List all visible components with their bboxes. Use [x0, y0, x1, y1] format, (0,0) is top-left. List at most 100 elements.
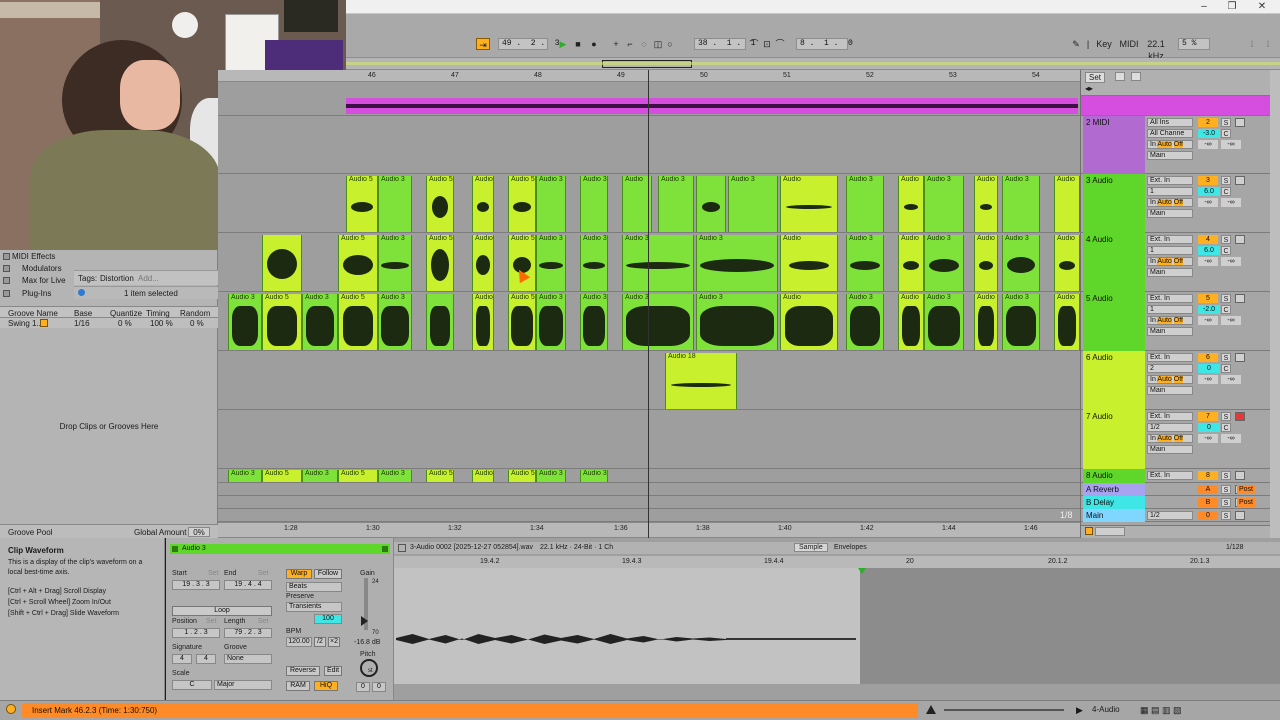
- record-icon[interactable]: ●: [588, 38, 600, 50]
- groove-name[interactable]: Swing 1...: [8, 319, 43, 328]
- clip[interactable]: Audio: [898, 235, 924, 291]
- monitor-off[interactable]: Off: [1173, 317, 1183, 324]
- browser-item-midi-effects[interactable]: MIDI Effects: [12, 252, 55, 261]
- track-header[interactable]: Main 1/2 0 S: [1081, 509, 1271, 522]
- post-send-button[interactable]: Post: [1237, 498, 1255, 507]
- monitor-off[interactable]: Off: [1173, 258, 1183, 265]
- end-set-button[interactable]: Set: [258, 570, 269, 577]
- track-activator-button[interactable]: 2: [1198, 118, 1218, 127]
- draw-mode-icon[interactable]: ✎: [1070, 38, 1082, 50]
- clip[interactable]: Audio 5: [346, 176, 378, 232]
- clip[interactable]: [262, 235, 302, 291]
- double-tempo-button[interactable]: ×2: [328, 637, 340, 647]
- browser-item-plug-ins[interactable]: Plug-Ins: [22, 289, 51, 298]
- clip[interactable]: Audio 3: [1002, 294, 1040, 350]
- monitor-auto[interactable]: Auto: [1157, 258, 1172, 265]
- track-lane-5[interactable]: Audio 3 Audio 5 Audio 3 Audio 5 Audio 3 …: [218, 292, 1080, 351]
- monitor-switch[interactable]: In Auto Off: [1147, 434, 1193, 443]
- key-map-button[interactable]: Key: [1094, 38, 1114, 50]
- clip[interactable]: Audio 5: [508, 176, 536, 232]
- end-marker-icon[interactable]: [858, 568, 866, 574]
- track-lane-8[interactable]: Audio 3 Audio 5 Audio 3 Audio 5 Audio 3 …: [218, 469, 1080, 483]
- arm-button[interactable]: [1235, 235, 1245, 244]
- send-a-field[interactable]: -∞: [1198, 375, 1218, 384]
- tab-sample[interactable]: Sample: [794, 543, 828, 552]
- track-header[interactable]: B Delay B S Post: [1081, 496, 1271, 509]
- output-select[interactable]: Main: [1147, 268, 1193, 277]
- output-select[interactable]: Main: [1147, 209, 1193, 218]
- arm-button[interactable]: [1235, 412, 1245, 421]
- send-b-field[interactable]: -∞: [1221, 375, 1241, 384]
- track-name[interactable]: 6 Audio: [1083, 351, 1145, 410]
- clip[interactable]: Audio: [974, 176, 998, 232]
- monitor-switch[interactable]: In Auto Off: [1147, 375, 1193, 384]
- track-lane-2-midi[interactable]: [218, 116, 1080, 174]
- monitor-switch[interactable]: In Auto Off: [1147, 257, 1193, 266]
- clip[interactable]: Audio: [1054, 235, 1080, 291]
- track-header[interactable]: 8 Audio Ext. In 8 S: [1081, 469, 1271, 483]
- solo-button[interactable]: S: [1221, 511, 1231, 520]
- midi-clip[interactable]: [346, 98, 1078, 114]
- volume-field[interactable]: -2.0: [1198, 305, 1220, 314]
- warp-mode-select[interactable]: Beats: [286, 582, 342, 592]
- input-type-select[interactable]: Ext. In: [1147, 353, 1193, 362]
- monitor-auto[interactable]: Auto: [1157, 376, 1172, 383]
- track-header[interactable]: 7 Audio Ext. In 1/2 In Auto Off Main 7 S 0 C -∞ -∞: [1081, 410, 1271, 469]
- sample-ruler[interactable]: 19.4.2 19.4.3 19.4.4 20 20.1.2 20.1.3: [394, 556, 1280, 568]
- solo-button[interactable]: S: [1221, 176, 1231, 185]
- monitor-off[interactable]: Off: [1173, 141, 1183, 148]
- track-name[interactable]: 7 Audio: [1083, 410, 1145, 469]
- preserve-select[interactable]: Transients: [286, 602, 342, 612]
- input-type-select[interactable]: Ext. In: [1147, 235, 1193, 244]
- post-send-button[interactable]: Post: [1237, 485, 1255, 494]
- clip[interactable]: Audio 3: [580, 235, 608, 291]
- track-name[interactable]: 4 Audio: [1083, 233, 1145, 292]
- clip[interactable]: Audio 3: [1002, 176, 1040, 232]
- clip[interactable]: Audio 3: [302, 470, 338, 482]
- minimize-icon[interactable]: –: [1194, 1, 1214, 13]
- send-b-field[interactable]: -∞: [1221, 434, 1241, 443]
- tag-add-button[interactable]: Add...: [138, 274, 159, 283]
- close-icon[interactable]: ✕: [1252, 1, 1272, 13]
- solo-button[interactable]: S: [1221, 485, 1231, 494]
- pitch-knob-icon[interactable]: st: [360, 659, 378, 677]
- global-amount-value[interactable]: 0%: [188, 527, 210, 537]
- monitor-in[interactable]: In: [1150, 199, 1156, 206]
- monitor-in[interactable]: In: [1150, 376, 1156, 383]
- punch-in-icon[interactable]: ⌒: [748, 38, 760, 50]
- output-select[interactable]: Main: [1147, 151, 1193, 160]
- volume-field[interactable]: 6.0: [1198, 187, 1220, 196]
- monitor-auto[interactable]: Auto: [1157, 435, 1172, 442]
- groove-quantize[interactable]: 0 %: [118, 319, 132, 328]
- track-activator-button[interactable]: 7: [1198, 412, 1218, 421]
- view-toggle-icons[interactable]: ▦ ▤ ▥ ▧: [1140, 705, 1182, 716]
- groove-base[interactable]: 1/16: [74, 319, 90, 328]
- clip[interactable]: Audio: [780, 176, 838, 232]
- clip[interactable]: Audio 3: [378, 235, 412, 291]
- clip[interactable]: Audio 5: [262, 294, 302, 350]
- clip[interactable]: Audio 3: [378, 294, 412, 350]
- clip-name-field[interactable]: Audio 3: [182, 545, 206, 552]
- position-field[interactable]: 1 . 2 . 3: [172, 628, 220, 638]
- clip[interactable]: [696, 176, 726, 232]
- loop-button[interactable]: Loop: [172, 606, 272, 616]
- clip[interactable]: Audio: [472, 470, 494, 482]
- clip[interactable]: Audio: [898, 294, 924, 350]
- clip[interactable]: Audio 3: [622, 235, 694, 291]
- clip[interactable]: Audio 3: [536, 235, 566, 291]
- clip[interactable]: Audio 5: [338, 470, 378, 482]
- monitor-in[interactable]: In: [1150, 317, 1156, 324]
- playhead[interactable]: [648, 70, 649, 538]
- input-channel-select[interactable]: 1: [1147, 187, 1193, 196]
- input-type-select[interactable]: All Ins: [1147, 118, 1193, 127]
- clip[interactable]: Audio 5: [338, 235, 378, 291]
- arrangement-overview[interactable]: [346, 58, 1280, 70]
- crossfader-toggle[interactable]: [1095, 527, 1125, 536]
- clip[interactable]: Audio 3: [728, 176, 778, 232]
- clip[interactable]: Audio 5: [508, 470, 536, 482]
- track-name[interactable]: 5 Audio: [1083, 292, 1145, 351]
- clip[interactable]: Audio: [974, 294, 998, 350]
- restore-icon[interactable]: ❐: [1222, 1, 1242, 13]
- track-lane-4[interactable]: Audio 5 Audio 3 Audio 5 Audio Audio 5 Au…: [218, 233, 1080, 292]
- track-lane-3[interactable]: Audio 5 Audio 3 Audio 5 Audio Audio 5 Au…: [218, 174, 1080, 233]
